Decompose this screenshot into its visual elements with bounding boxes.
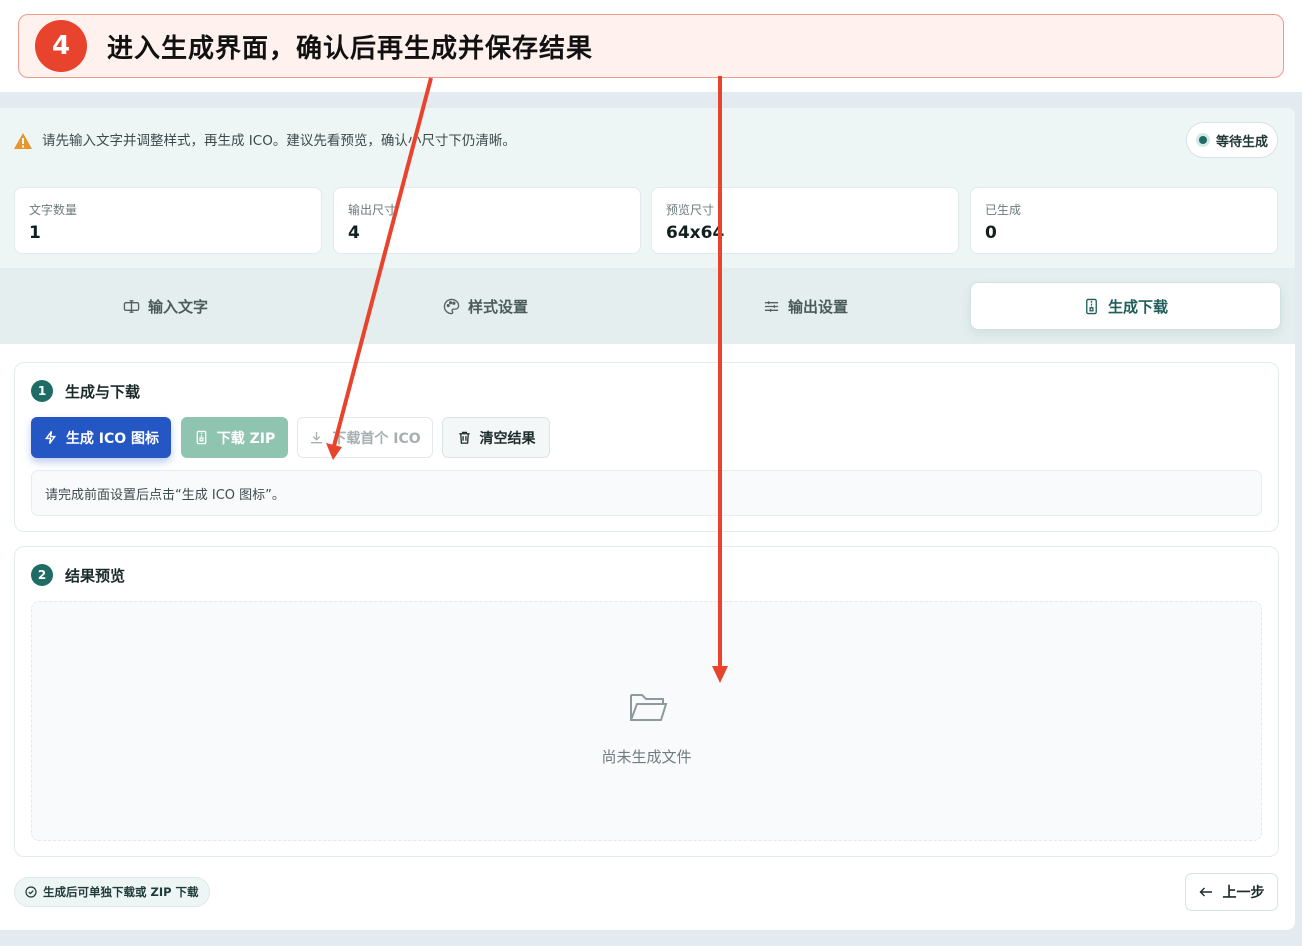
step-badge: 1 [31, 380, 53, 402]
lightning-icon [44, 430, 57, 445]
step-badge: 2 [31, 564, 53, 586]
stat-label: 已生成 [985, 203, 1022, 217]
stat-card-generated: 已生成 0 [970, 187, 1278, 254]
status-badge: 等待生成 [1186, 122, 1278, 158]
download-zip-button[interactable]: 下载 ZIP [181, 417, 288, 458]
stat-label: 文字数量 [29, 203, 78, 217]
instruction-text: 进入生成界面，确认后再生成并保存结果 [107, 33, 594, 64]
palette-icon [443, 298, 460, 314]
tab-label: 样式设置 [467, 297, 528, 316]
result-preview-card: 2 结果预览 尚未生成文件 [14, 546, 1279, 857]
button-label: 下载 ZIP [216, 430, 276, 447]
tab-output-settings[interactable]: 输出设置 [650, 282, 961, 330]
previous-step-button[interactable]: 上一步 [1185, 873, 1278, 911]
notice-text: 请先输入文字并调整样式，再生成 ICO。建议先看预览，确认小尺寸下仍清晰。 [42, 133, 516, 149]
tab-generate-download[interactable]: 生成下载 [970, 282, 1281, 330]
section-title: 1 生成与下载 [31, 380, 140, 402]
app-panel: 请先输入文字并调整样式，再生成 ICO。建议先看预览，确认小尺寸下仍清晰。 等待… [0, 108, 1295, 930]
stat-label: 预览尺寸 [666, 203, 715, 217]
generate-ico-button[interactable]: 生成 ICO 图标 [31, 417, 171, 458]
download-icon [311, 431, 323, 444]
back-button-label: 上一步 [1222, 885, 1265, 901]
tab-label: 输出设置 [787, 297, 848, 316]
warning-icon [14, 133, 32, 149]
folder-open-icon [630, 694, 668, 721]
generate-download-card: 1 生成与下载 生成 ICO 图标 下载 ZIP 下载首个 ICO 清空结果 请… [14, 362, 1279, 532]
stat-card-text-count: 文字数量 1 [14, 187, 322, 254]
tab-label: 生成下载 [1107, 297, 1168, 316]
clear-results-button[interactable]: 清空结果 [442, 417, 550, 458]
tab-input-text[interactable]: 输入文字 [10, 282, 321, 330]
hint-message: 请完成前面设置后点击“生成 ICO 图标”。 [31, 470, 1262, 516]
status-dot-icon [1199, 136, 1207, 144]
section-title-text: 生成与下载 [65, 382, 141, 401]
stat-card-output-size: 输出尺寸 4 [333, 187, 641, 254]
tab-bar: 输入文字 样式设置 输出设置 生成下载 [0, 268, 1295, 344]
trash-icon [458, 431, 470, 444]
stat-label: 输出尺寸 [348, 203, 397, 217]
app-header: 请先输入文字并调整样式，再生成 ICO。建议先看预览，确认小尺寸下仍清晰。 等待… [0, 108, 1295, 344]
status-label: 等待生成 [1216, 134, 1269, 150]
check-circle-icon [25, 886, 37, 898]
step-number-badge: 4 [35, 20, 87, 72]
tab-style-settings[interactable]: 样式设置 [330, 282, 641, 330]
footer-badge-text: 生成后可单独下载或 ZIP 下载 [43, 885, 199, 899]
footer-info-badge: 生成后可单独下载或 ZIP 下载 [14, 877, 210, 907]
empty-state-text: 尚未生成文件 [601, 748, 692, 766]
stat-value: 0 [985, 223, 997, 243]
text-input-icon [123, 299, 140, 313]
instruction-banner: 4 进入生成界面，确认后再生成并保存结果 [18, 14, 1284, 78]
download-first-ico-button[interactable]: 下载首个 ICO [297, 417, 433, 458]
empty-state: 尚未生成文件 [31, 601, 1262, 841]
button-label: 下载首个 ICO [332, 430, 421, 447]
sliders-icon [764, 300, 779, 312]
tab-label: 输入文字 [147, 297, 208, 316]
file-zip-icon [1086, 298, 1097, 314]
stat-card-preview-size: 预览尺寸 64x64 [651, 187, 959, 254]
stat-value: 64x64 [666, 223, 725, 243]
stat-value: 4 [348, 223, 360, 243]
button-label: 生成 ICO 图标 [65, 430, 160, 447]
file-zip-icon [196, 430, 207, 445]
section-title: 2 结果预览 [31, 564, 125, 586]
button-label: 清空结果 [479, 430, 536, 447]
arrow-left-icon [1199, 887, 1212, 897]
section-title-text: 结果预览 [65, 566, 126, 585]
stat-value: 1 [29, 223, 41, 243]
